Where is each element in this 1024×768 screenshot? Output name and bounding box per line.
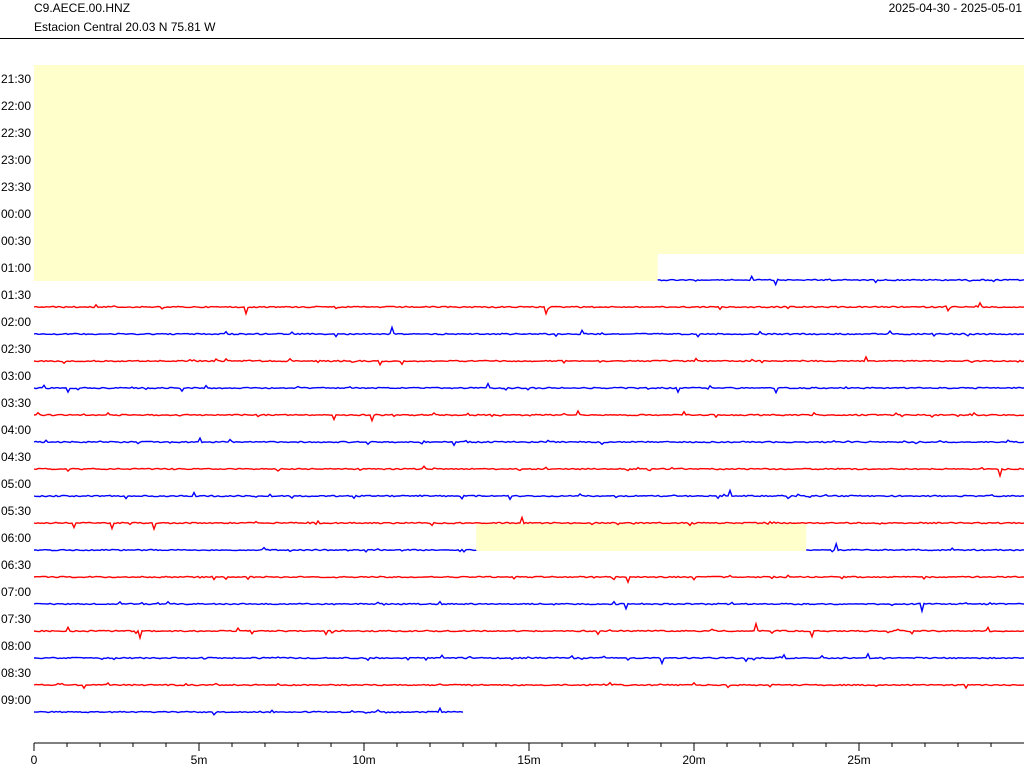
gap-fill <box>476 524 807 551</box>
row-label: 02:00 <box>1 315 31 329</box>
row-label: 22:00 <box>1 99 31 113</box>
row-label: 00:00 <box>1 207 31 221</box>
row-label: 23:30 <box>1 180 31 194</box>
trace-09:00 <box>33 706 464 716</box>
row-label: 07:30 <box>1 612 31 626</box>
trace-03:30 <box>33 409 1024 423</box>
row-label: 09:00 <box>1 693 31 707</box>
row-label: 03:00 <box>1 369 31 383</box>
trace-06:30 <box>33 574 1024 585</box>
trace-04:30 <box>33 465 1024 479</box>
x-axis: 0 5m 10m 15m 20m 25m <box>31 742 1024 767</box>
x-tick-label: 0 <box>31 753 38 767</box>
row-label: 05:00 <box>1 477 31 491</box>
gap-fill <box>34 65 1024 92</box>
row-label: 06:00 <box>1 531 31 545</box>
gap-fill <box>34 254 658 281</box>
row-label: 07:00 <box>1 585 31 599</box>
gap-fill <box>34 119 1024 146</box>
x-tick-label: 15m <box>517 753 540 767</box>
row-label: 08:00 <box>1 639 31 653</box>
trace-08:00 <box>34 652 1024 666</box>
x-tick-label: 10m <box>352 753 375 767</box>
row-label: 01:00 <box>1 261 31 275</box>
gap-fill <box>34 200 1024 227</box>
traces <box>33 274 1024 716</box>
helicorder-plot: 21:30 22:00 22:30 23:00 23:30 00:00 00:30 01:00… <box>1 65 1024 767</box>
gap-fill <box>34 227 1024 254</box>
gap-fill <box>34 146 1024 173</box>
row-label: 08:30 <box>1 666 31 680</box>
row-label: 21:30 <box>1 72 31 86</box>
x-tick-label: 20m <box>682 753 705 767</box>
trace-04:00 <box>33 436 1024 447</box>
trace-01:00 <box>657 274 1024 287</box>
gap-fill <box>34 92 1024 119</box>
trace-06:00 <box>33 546 477 553</box>
row-label: 02:30 <box>1 342 31 356</box>
data-gaps <box>34 65 1024 551</box>
trace-05:00 <box>33 488 1024 501</box>
trace-08:30 <box>33 681 1024 690</box>
trace-07:30 <box>33 621 1024 641</box>
row-label: 04:30 <box>1 450 31 464</box>
row-label: 03:30 <box>1 396 31 410</box>
trace-02:30 <box>33 355 1024 367</box>
row-label: 01:30 <box>1 288 31 302</box>
row-labels: 21:30 22:00 22:30 23:00 23:30 00:00 00:30 01:00… <box>1 72 31 707</box>
trace-06:00 <box>806 541 1024 553</box>
x-tick-label: 25m <box>847 753 870 767</box>
trace-01:30 <box>33 301 1024 317</box>
row-label: 04:00 <box>1 423 31 437</box>
trace-02:00 <box>33 325 1024 338</box>
x-tick-label: 5m <box>191 753 208 767</box>
row-label: 23:00 <box>1 153 31 167</box>
trace-03:00 <box>33 381 1024 395</box>
row-label: 00:30 <box>1 234 31 248</box>
row-label: 06:30 <box>1 558 31 572</box>
gap-fill <box>34 173 1024 200</box>
trace-07:00 <box>33 600 1024 614</box>
row-label: 22:30 <box>1 126 31 140</box>
row-label: 05:30 <box>1 504 31 518</box>
